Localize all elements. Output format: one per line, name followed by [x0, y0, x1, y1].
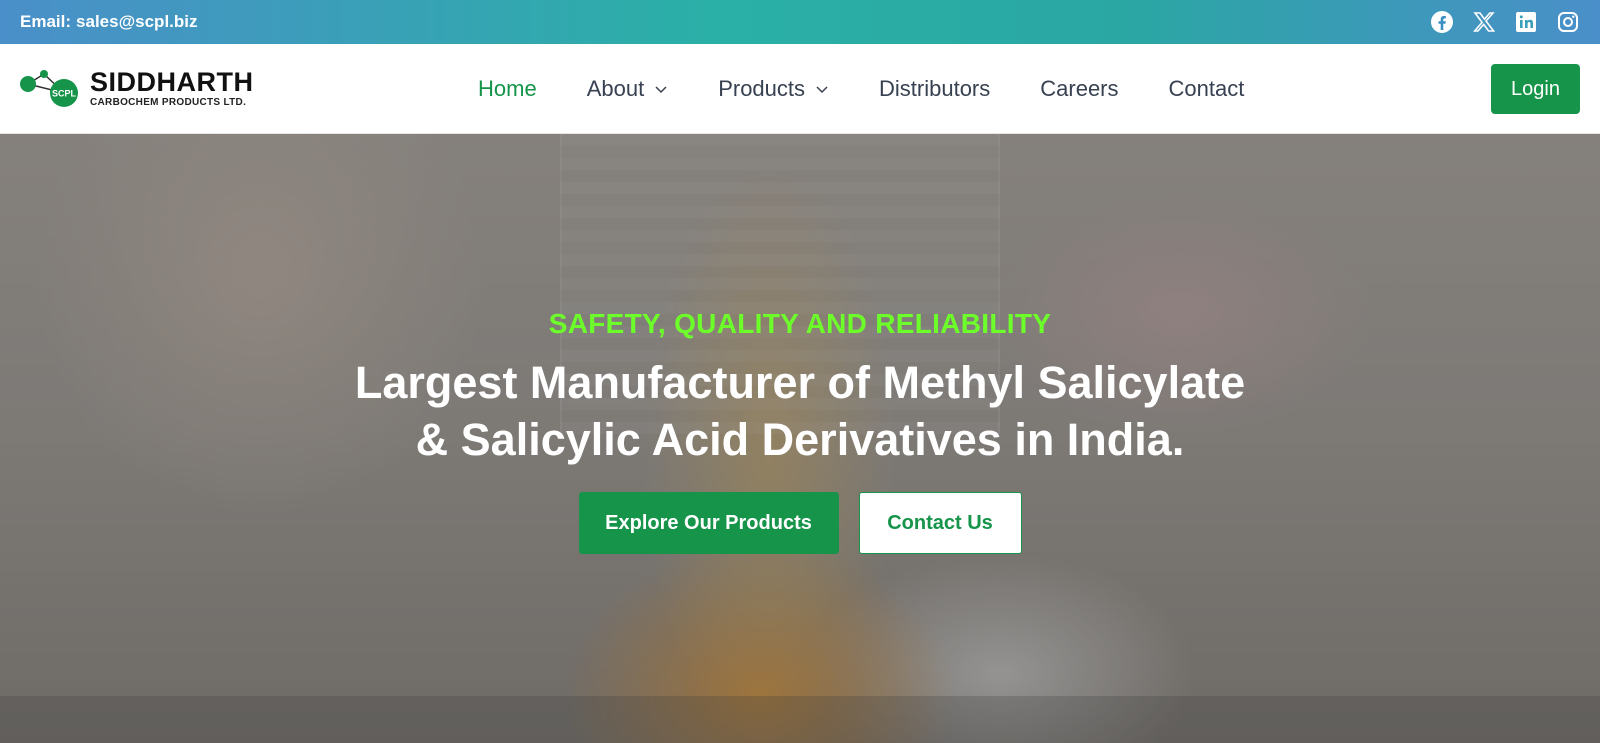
- logo-name: SIDDHARTH: [90, 66, 254, 97]
- hero-headline-line-1: Largest Manufacturer of Methyl Salicylat…: [354, 357, 1246, 408]
- main-header: SCPL SIDDHARTH CARBOCHEM PRODUCTS LTD. H…: [0, 44, 1600, 134]
- nav-item-label: Home: [478, 76, 537, 101]
- hero-content: SAFETY, QUALITY AND RELIABILITY Largest …: [0, 308, 1600, 554]
- logo-badge-text: SCPL: [52, 89, 77, 99]
- chevron-down-icon: [655, 86, 667, 94]
- nav-item-label: Distributors: [879, 76, 991, 101]
- molecule-logo-icon: SCPL: [20, 70, 78, 107]
- nav-item-label: Contact: [1168, 76, 1245, 101]
- top-bar: Email: sales@scpl.biz: [0, 0, 1600, 44]
- contact-us-button[interactable]: Contact Us: [858, 492, 1022, 554]
- nav-item-about[interactable]: About: [587, 76, 669, 102]
- nav-item-products[interactable]: Products: [718, 76, 829, 102]
- x-icon[interactable]: [1472, 10, 1496, 34]
- social-links: [1430, 10, 1580, 34]
- contact-email[interactable]: Email: sales@scpl.biz: [20, 12, 198, 32]
- explore-products-button[interactable]: Explore Our Products: [578, 492, 839, 554]
- nav-item-home[interactable]: Home: [478, 76, 537, 102]
- nav-item-label: Products: [718, 76, 806, 101]
- login-button[interactable]: Login: [1491, 64, 1580, 114]
- instagram-icon[interactable]: [1556, 10, 1580, 34]
- hero-headline: Largest Manufacturer of Methyl Salicylat…: [0, 354, 1600, 468]
- nav-item-distributors[interactable]: Distributors: [879, 76, 990, 102]
- linkedin-icon[interactable]: [1514, 10, 1538, 34]
- hero-headline-line-2: & Salicylic Acid Derivatives in India.: [415, 414, 1185, 465]
- nav-item-label: About: [586, 76, 645, 101]
- nav-item-label: Careers: [1040, 76, 1119, 101]
- nav-item-contact[interactable]: Contact: [1169, 76, 1245, 102]
- facebook-icon[interactable]: [1430, 10, 1454, 34]
- email-label: Email:: [20, 12, 72, 31]
- email-value[interactable]: sales@scpl.biz: [76, 12, 197, 32]
- hero-buttons: Explore Our Products Contact Us: [0, 492, 1600, 554]
- chevron-down-icon: [816, 86, 828, 94]
- hero-section: SAFETY, QUALITY AND RELIABILITY Largest …: [0, 134, 1600, 743]
- main-nav: Home About Products Distributors Careers…: [478, 44, 1294, 134]
- company-logo[interactable]: SCPL SIDDHARTH CARBOCHEM PRODUCTS LTD.: [18, 66, 254, 110]
- logo-subtitle: CARBOCHEM PRODUCTS LTD.: [90, 96, 247, 108]
- hero-lower-band: [0, 696, 1600, 743]
- nav-item-careers[interactable]: Careers: [1040, 76, 1118, 102]
- hero-tagline: SAFETY, QUALITY AND RELIABILITY: [548, 308, 1052, 339]
